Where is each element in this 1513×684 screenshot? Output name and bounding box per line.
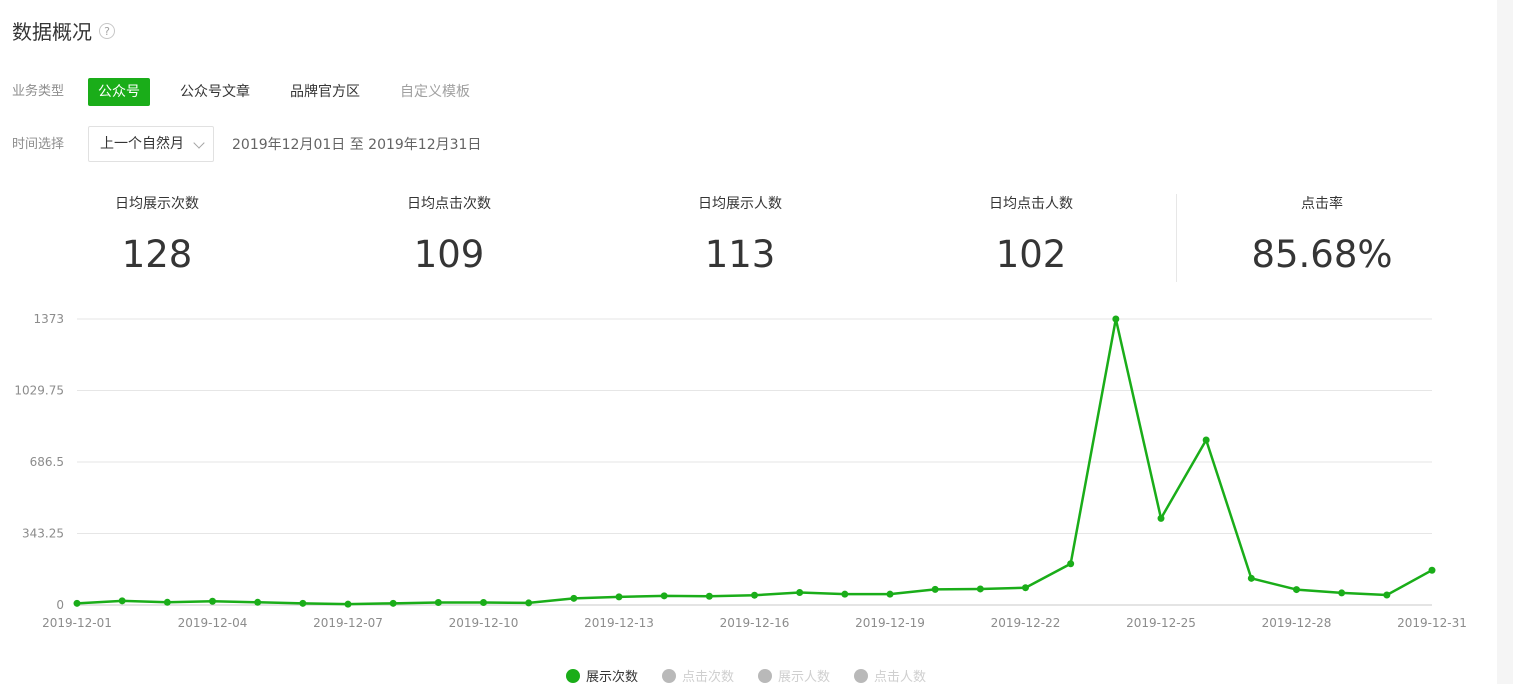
data-point xyxy=(118,597,126,605)
metric-title: 日均点击次数 xyxy=(407,196,491,212)
data-point xyxy=(163,598,171,606)
metric-title: 日均点击人数 xyxy=(989,196,1073,212)
scrollbar-track[interactable] xyxy=(1497,0,1513,684)
metric-title: 日均展示人数 xyxy=(698,196,782,212)
x-tick-label: 2019-12-07 xyxy=(313,616,383,630)
data-point xyxy=(705,592,713,600)
time-range-select[interactable]: 上一个自然月 xyxy=(88,126,214,162)
data-point xyxy=(389,599,397,607)
metric-avg-impression-users: 日均展示人数 113 xyxy=(595,194,885,278)
data-point xyxy=(1202,436,1210,444)
data-point xyxy=(615,593,623,601)
type-tab-custom-template: 自定义模板 xyxy=(400,84,470,100)
data-point xyxy=(660,592,668,600)
metric-value: 85.68% xyxy=(1251,233,1393,276)
legend-label: 展示人数 xyxy=(778,670,831,684)
legend-marker xyxy=(662,669,677,683)
x-tick-label: 2019-12-10 xyxy=(449,616,519,630)
legend-item-impression-users[interactable]: 展示人数 xyxy=(758,669,830,684)
data-point xyxy=(570,594,578,602)
data-point xyxy=(1067,560,1075,568)
x-tick-label: 2019-12-13 xyxy=(584,616,654,630)
legend-marker xyxy=(854,669,869,683)
y-tick-label: 686.5 xyxy=(30,455,64,469)
x-tick-label: 2019-12-04 xyxy=(178,616,248,630)
time-select-label: 时间选择 xyxy=(12,137,65,152)
data-point xyxy=(931,585,939,593)
metric-avg-clicks: 日均点击次数 109 xyxy=(304,194,594,278)
data-point xyxy=(1247,574,1255,582)
data-point xyxy=(1022,584,1029,592)
y-tick-label: 0 xyxy=(56,598,64,612)
metric-avg-impressions: 日均展示次数 128 xyxy=(12,194,302,278)
y-tick-label: 1029.75 xyxy=(14,384,64,398)
metric-value: 128 xyxy=(121,233,193,276)
data-point xyxy=(525,599,533,607)
data-point xyxy=(886,590,894,598)
data-point xyxy=(344,600,352,608)
x-tick-label: 2019-12-31 xyxy=(1397,616,1467,630)
metric-value: 113 xyxy=(704,233,776,276)
date-range-text: 2019年12月01日 至 2019年12月31日 xyxy=(232,137,482,153)
data-point xyxy=(299,599,307,607)
metric-click-rate: 点击率 85.68% xyxy=(1177,194,1467,278)
type-tab-brand-zone[interactable]: 品牌官方区 xyxy=(290,78,360,106)
data-point xyxy=(209,597,216,605)
legend-marker xyxy=(566,669,580,683)
data-point xyxy=(73,599,81,607)
chevron-down-icon xyxy=(193,137,205,149)
legend-item-click-users[interactable]: 点击人数 xyxy=(854,669,926,684)
business-type-label: 业务类型 xyxy=(12,84,65,99)
line-chart: 0 343.25 686.5 1029.75 1373 2019-12-01 2019-12… xyxy=(0,300,1490,684)
legend-item-clicks[interactable]: 点击次数 xyxy=(662,669,734,684)
time-range-select-value: 上一个自然月 xyxy=(100,136,184,152)
legend-label: 展示次数 xyxy=(586,670,639,684)
legend-marker xyxy=(758,669,773,683)
legend-item-impressions[interactable]: 展示次数 xyxy=(566,669,638,684)
data-point xyxy=(254,598,262,606)
data-point xyxy=(796,589,804,597)
metric-value: 102 xyxy=(995,233,1067,276)
legend-label: 点击人数 xyxy=(874,670,927,684)
data-point xyxy=(841,590,849,598)
type-tab-article[interactable]: 公众号文章 xyxy=(180,78,250,106)
data-point xyxy=(976,585,984,593)
chart-legend: 展示次数 点击次数 展示人数 点击人数 xyxy=(566,666,950,684)
y-tick-label: 1373 xyxy=(33,312,64,326)
x-tick-label: 2019-12-01 xyxy=(42,616,112,630)
data-point xyxy=(1428,566,1436,574)
line-chart-svg: 0 343.25 686.5 1029.75 1373 2019-12-01 2019-12… xyxy=(14,312,1467,630)
y-tick-label: 343.25 xyxy=(22,527,64,541)
data-point xyxy=(1383,591,1391,599)
x-tick-label: 2019-12-22 xyxy=(991,616,1061,630)
help-icon[interactable]: ? xyxy=(99,23,115,39)
x-tick-label: 2019-12-25 xyxy=(1126,616,1196,630)
data-point xyxy=(434,599,442,607)
data-point xyxy=(751,591,758,599)
x-tick-label: 2019-12-16 xyxy=(720,616,790,630)
data-point xyxy=(1157,514,1165,522)
x-tick-label: 2019-12-28 xyxy=(1262,616,1332,630)
data-point xyxy=(1293,586,1300,594)
metric-title: 日均展示次数 xyxy=(115,196,199,212)
x-tick-label: 2019-12-19 xyxy=(855,616,925,630)
data-point xyxy=(1338,589,1346,597)
data-point xyxy=(480,599,487,607)
metric-avg-click-users: 日均点击人数 102 xyxy=(886,194,1176,278)
metric-value: 109 xyxy=(413,233,485,276)
data-overview-page: 数据概况 ? 业务类型 公众号 公众号文章 品牌官方区 自定义模板 时间选择 上… xyxy=(0,0,1513,684)
page-title: 数据概况 xyxy=(12,20,92,44)
data-point xyxy=(1112,315,1120,323)
type-tab-official-account[interactable]: 公众号 xyxy=(88,78,150,106)
metric-title: 点击率 xyxy=(1301,196,1343,212)
legend-label: 点击次数 xyxy=(682,670,735,684)
